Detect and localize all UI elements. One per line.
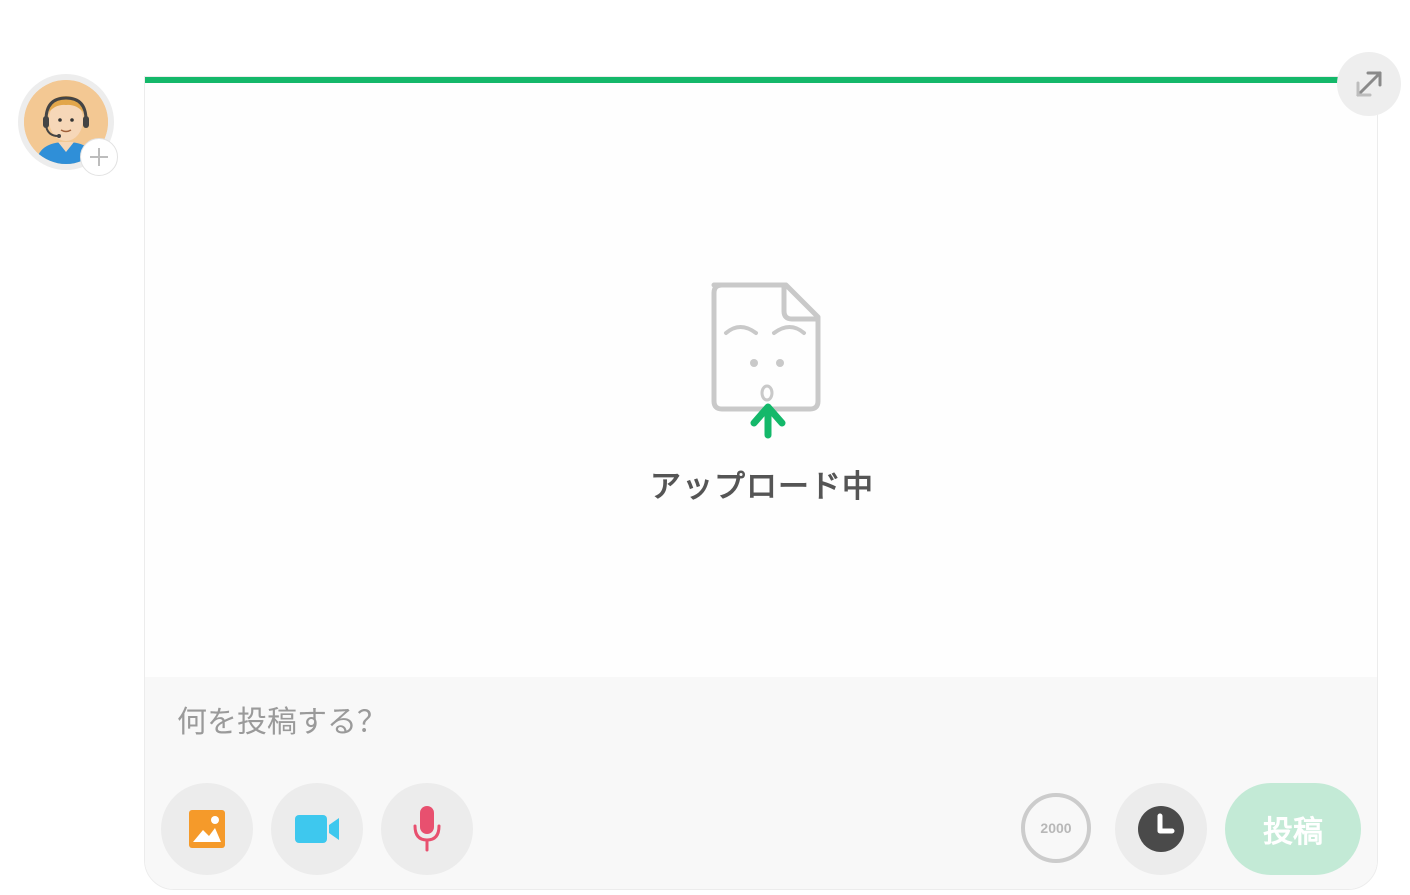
post-submit-button[interactable]: 投稿 [1225, 783, 1361, 875]
character-count-indicator: 2000 [1021, 793, 1091, 863]
post-composer: アップロード中 2000 [144, 76, 1378, 890]
video-camera-icon [295, 815, 339, 843]
avatar-wrapper[interactable] [18, 74, 118, 176]
post-text-input[interactable] [175, 697, 979, 747]
add-image-button[interactable] [161, 783, 253, 875]
microphone-icon [413, 806, 441, 852]
add-account-button[interactable] [80, 138, 118, 176]
image-icon [189, 810, 225, 848]
add-audio-button[interactable] [381, 783, 473, 875]
expand-composer-button[interactable] [1337, 52, 1401, 116]
upload-preview-area: アップロード中 [145, 83, 1377, 677]
add-video-button[interactable] [271, 783, 363, 875]
schedule-post-button[interactable] [1115, 783, 1207, 875]
clock-icon [1138, 806, 1184, 852]
plus-icon [90, 148, 108, 166]
expand-icon [1356, 71, 1382, 97]
file-upload-illustration [700, 277, 828, 445]
upload-status-label: アップロード中 [650, 469, 874, 505]
composer-footer: 2000 投稿 [145, 677, 1377, 889]
